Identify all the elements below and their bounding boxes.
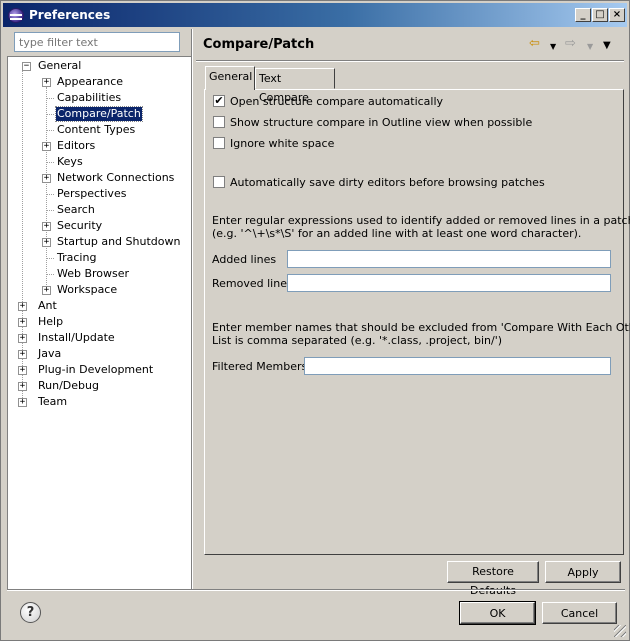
expand-icon[interactable]: +: [42, 222, 51, 231]
tree-connector: [46, 194, 54, 195]
tree-connector: [46, 98, 54, 99]
ignore-whitespace-checkbox[interactable]: [213, 137, 225, 149]
tree-item-label: Ant: [38, 299, 57, 312]
filtered-members-label: Filtered Members:: [212, 360, 311, 373]
apply-button[interactable]: Apply: [545, 561, 621, 583]
window-title: Preferences: [29, 8, 111, 22]
expand-icon[interactable]: +: [42, 78, 51, 87]
tree-item-label: Java: [38, 347, 62, 360]
tab-label: General: [209, 70, 253, 83]
members-description-line1: Enter member names that should be exclud…: [212, 321, 630, 334]
expand-icon[interactable]: +: [18, 398, 27, 407]
added-lines-input[interactable]: [287, 250, 611, 268]
tree-connector: [46, 274, 54, 275]
removed-lines-label: Removed lines: [212, 277, 293, 290]
restore-defaults-button[interactable]: Restore Defaults: [447, 561, 539, 597]
preference-tree[interactable]: − General + Appearance Capabilities Comp…: [7, 56, 191, 589]
forward-arrow-icon[interactable]: ⇨: [565, 37, 576, 51]
maximize-button[interactable]: □: [592, 8, 608, 22]
tree-item-label: Search: [57, 203, 95, 216]
ok-button[interactable]: OK: [459, 601, 536, 625]
open-structure-checkbox[interactable]: ✔: [213, 95, 225, 107]
tree-item-label: Web Browser: [57, 267, 130, 280]
expand-icon[interactable]: +: [18, 302, 27, 311]
tree-item-label: Startup and Shutdown: [57, 235, 181, 248]
sash[interactable]: [191, 29, 193, 589]
tree-connector: [46, 130, 54, 131]
expand-icon[interactable]: +: [18, 350, 27, 359]
expand-icon[interactable]: +: [18, 334, 27, 343]
show-outline-label[interactable]: Show structure compare in Outline view w…: [230, 116, 532, 129]
close-button[interactable]: ×: [609, 8, 625, 22]
tree-item-label: Workspace: [57, 283, 118, 296]
expand-icon[interactable]: +: [18, 382, 27, 391]
expand-icon[interactable]: +: [42, 142, 51, 151]
expand-icon[interactable]: +: [18, 366, 27, 375]
page-title: Compare/Patch: [203, 37, 315, 52]
tab-general[interactable]: General: [205, 66, 255, 90]
tree-connector: [46, 162, 54, 163]
autosave-checkbox[interactable]: [213, 176, 225, 188]
tree-item-label: Security: [57, 219, 103, 232]
tree-item-label: Content Types: [57, 123, 136, 136]
regex-description-line1: Enter regular expressions used to identi…: [212, 214, 630, 227]
back-arrow-icon[interactable]: ⇦: [529, 37, 540, 51]
filtered-members-input[interactable]: [304, 357, 611, 375]
tree-item-label: Plug-in Development: [38, 363, 154, 376]
added-lines-label: Added lines: [212, 253, 277, 266]
tree-connector: [46, 114, 54, 115]
tree-connector: [46, 258, 54, 259]
expand-icon[interactable]: +: [18, 318, 27, 327]
expand-icon[interactable]: +: [42, 238, 51, 247]
tree-item-label: Appearance: [57, 75, 124, 88]
tree-item-label: Perspectives: [57, 187, 127, 200]
bottom-separator: [7, 589, 625, 591]
filter-input[interactable]: [14, 32, 180, 52]
autosave-label[interactable]: Automatically save dirty editors before …: [230, 176, 545, 189]
help-icon[interactable]: ?: [20, 602, 41, 623]
minimize-button[interactable]: _: [575, 8, 591, 22]
members-description-line2: List is comma separated (e.g. '*.class, …: [212, 334, 503, 347]
tree-item-label: Run/Debug: [38, 379, 99, 392]
tree-item-label: Tracing: [57, 251, 97, 264]
tree-item-label: Editors: [57, 139, 96, 152]
chevron-down-icon[interactable]: ▼: [550, 40, 556, 54]
cancel-button[interactable]: Cancel: [542, 602, 617, 624]
regex-description-line2: (e.g. '^\+\s*\S' for an added line with …: [212, 227, 582, 240]
tree-connector: [46, 210, 54, 211]
view-menu-icon[interactable]: ▼: [603, 39, 611, 53]
header-separator: [196, 60, 624, 62]
tree-item-label: Capabilities: [57, 91, 122, 104]
expand-icon[interactable]: +: [42, 174, 51, 183]
tree-guide-general: [46, 87, 47, 287]
tree-item-label: General: [38, 59, 82, 72]
ignore-whitespace-label[interactable]: Ignore white space: [230, 137, 334, 150]
expand-icon[interactable]: +: [42, 286, 51, 295]
eclipse-icon: [8, 8, 24, 23]
preferences-dialog: Preferences _ □ × − General + Appearance…: [0, 0, 630, 641]
collapse-icon[interactable]: −: [22, 62, 31, 71]
removed-lines-input[interactable]: [287, 274, 611, 292]
show-outline-checkbox[interactable]: [213, 116, 225, 128]
tree-item-label: Team: [38, 395, 68, 408]
open-structure-label[interactable]: Open structure compare automatically: [230, 95, 443, 108]
tree-item-label: Keys: [57, 155, 83, 168]
tab-text-compare[interactable]: Text Compare: [255, 68, 335, 104]
title-bar[interactable]: Preferences _ □ ×: [3, 3, 627, 27]
tree-item-label: Network Connections: [57, 171, 175, 184]
tree-item-label: Compare/Patch: [55, 106, 143, 122]
tree-item-label: Install/Update: [38, 331, 115, 344]
resize-grip[interactable]: [614, 625, 626, 637]
tree-item-label: Help: [38, 315, 64, 328]
chevron-down-icon[interactable]: ▼: [587, 40, 593, 54]
